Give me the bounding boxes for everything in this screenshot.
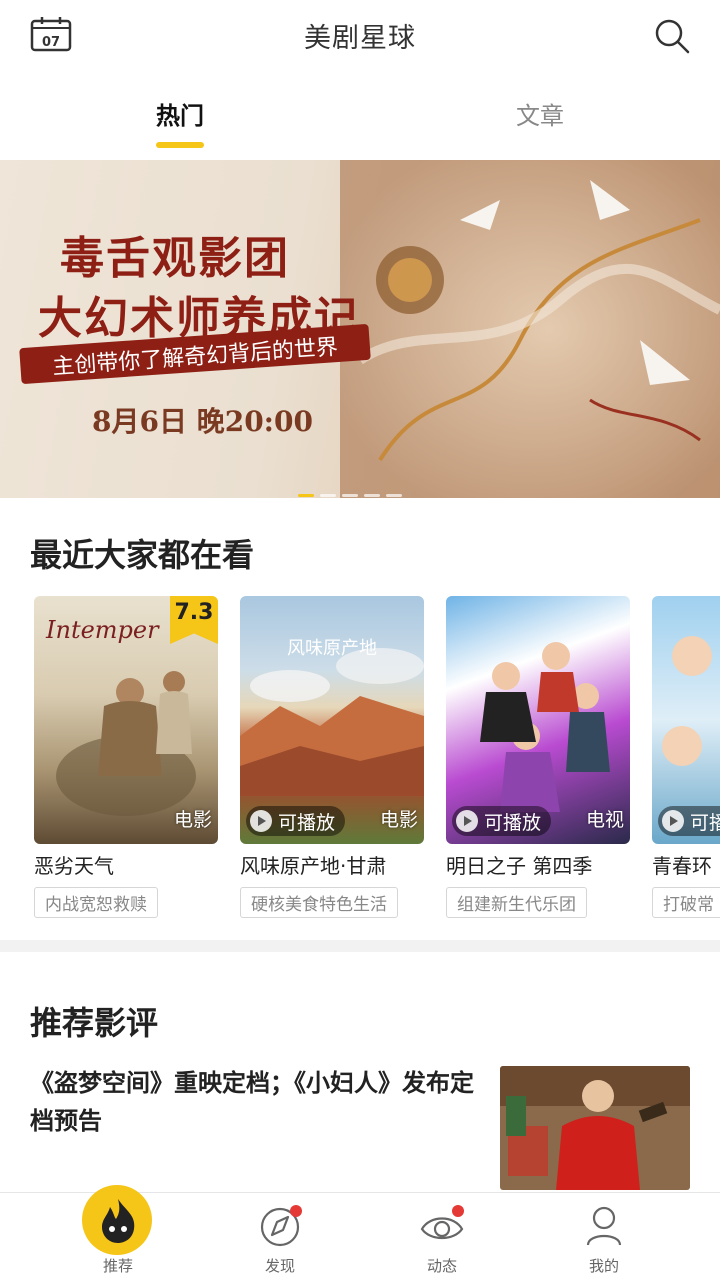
playable-badge[interactable]: 可播放: [246, 806, 346, 836]
show-poster[interactable]: Intemper 7.3 电影: [34, 596, 218, 844]
carousel-dot: [364, 494, 380, 497]
show-title: 恶劣天气: [34, 854, 114, 878]
flame-icon: [102, 1199, 135, 1243]
nav-label: 发现: [264, 1257, 295, 1275]
show-tag[interactable]: 硬核美食特色生活: [240, 887, 398, 918]
playable-label: 可播放: [278, 811, 336, 834]
poster-title-text: Intemper: [45, 616, 160, 644]
review-thumbnail[interactable]: [500, 1066, 690, 1190]
notification-dot: [452, 1205, 464, 1217]
carousel-dot: [342, 494, 358, 497]
watching-list: Intemper 7.3 电影 恶劣天气 内战宽恕救赎 风味原产地 可播放 电影…: [0, 596, 720, 926]
nav-profile[interactable]: 我的: [544, 1193, 664, 1281]
review-title[interactable]: 《盗梦空间》重映定档；《小妇人》发布定档预告: [30, 1064, 480, 1140]
show-poster[interactable]: 风味原产地 可播放 电影: [240, 596, 424, 844]
playable-label: 可播: [690, 811, 720, 834]
carousel-dot: [320, 494, 336, 497]
top-bar: 07 美剧星球: [0, 0, 720, 72]
show-title: 明日之子 第四季: [446, 854, 593, 878]
show-title: 风味原产地·甘肃: [240, 854, 387, 878]
playable-label: 可播放: [484, 811, 542, 834]
show-card[interactable]: Intemper 7.3 电影 恶劣天气 内战宽恕救赎: [34, 596, 218, 918]
content-type-label: 电影: [173, 809, 212, 831]
show-tag[interactable]: 内战宽恕救赎: [34, 887, 158, 918]
tab-indicator: [156, 142, 204, 148]
section-title-reviews: 推荐影评: [30, 1004, 159, 1042]
carousel-dot: [386, 494, 402, 497]
playable-badge[interactable]: 可播: [658, 806, 720, 836]
show-tag[interactable]: 组建新生代乐团: [446, 887, 587, 918]
nav-label: 我的: [588, 1257, 619, 1275]
app-title: 美剧星球: [304, 23, 416, 54]
nav-discover[interactable]: 发现: [220, 1193, 340, 1281]
show-card[interactable]: 可播放 电视 明日之子 第四季 组建新生代乐团: [446, 596, 630, 918]
notification-dot: [290, 1205, 302, 1217]
banner-title: 毒舌观影团: [60, 233, 290, 284]
nav-label: 推荐: [102, 1257, 133, 1275]
play-icon: [662, 810, 684, 832]
show-tag[interactable]: 打破常: [652, 887, 720, 918]
section-title-watching: 最近大家都在看: [30, 536, 255, 574]
bottom-nav: 推荐 发现 动态 我的: [0, 1185, 720, 1281]
content-type-label: 电视: [585, 809, 624, 831]
nav-label: 动态: [426, 1257, 457, 1275]
play-icon: [456, 810, 478, 832]
carousel-indicator: [298, 482, 408, 497]
show-card[interactable]: 风味原产地 可播放 电影 风味原产地·甘肃 硬核美食特色生活: [240, 596, 424, 918]
carousel-dot-active: [298, 494, 314, 497]
show-title: 青春环: [652, 854, 712, 878]
show-poster[interactable]: 可播: [652, 596, 720, 844]
play-icon: [250, 810, 272, 832]
content-type-label: 电影: [379, 809, 418, 831]
section-divider: [0, 940, 720, 952]
show-poster[interactable]: 可播放 电视: [446, 596, 630, 844]
show-card[interactable]: 可播 青春环 打破常: [652, 596, 720, 918]
tab-articles[interactable]: 文章: [480, 96, 600, 131]
user-icon: [586, 1206, 622, 1246]
nav-recommend[interactable]: 推荐: [58, 1185, 178, 1281]
banner-artwork: [340, 160, 720, 498]
tab-hot[interactable]: 热门: [120, 96, 240, 131]
review-image: [500, 1066, 690, 1190]
tab-bar: 热门 文章: [0, 88, 720, 152]
promo-banner[interactable]: 毒舌观影团 大幻术师养成记 主创带你了解奇幻背后的世界 8月6日 晚20:00: [0, 160, 720, 498]
banner-date: 8月6日 晚20:00: [92, 405, 313, 438]
playable-badge[interactable]: 可播放: [452, 806, 552, 836]
poster-title-text: 风味原产地: [287, 638, 377, 659]
search-icon[interactable]: [652, 16, 692, 56]
nav-activity[interactable]: 动态: [382, 1193, 502, 1281]
